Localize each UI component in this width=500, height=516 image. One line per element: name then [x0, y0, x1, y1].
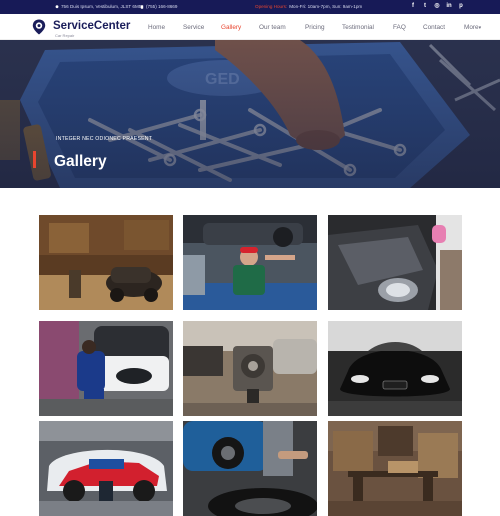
social-links: f t ◎ in p	[410, 3, 464, 10]
mechanic-engine-bay-photo	[39, 321, 173, 416]
garage-vintage-car-photo	[39, 215, 173, 310]
rally-car-photo	[39, 421, 173, 516]
pinterest-icon[interactable]: p	[458, 3, 464, 10]
brand-tagline: Car Repair	[55, 33, 75, 38]
hours-info: Opening Hours: Mon-Fri: 10am-7pm, Sun: 9…	[255, 4, 362, 9]
mechanic-under-lift-photo	[183, 215, 317, 310]
brand-name[interactable]: ServiceCenter	[53, 20, 130, 32]
chevron-down-icon: ▾	[478, 25, 482, 31]
car-washing-photo	[328, 215, 462, 310]
gallery-item[interactable]	[183, 321, 317, 416]
address-info: 756 Duis Ipsum, Vestibulum, JLST 6M5	[55, 4, 141, 9]
twitter-icon[interactable]: t	[422, 3, 428, 10]
gallery-item[interactable]	[328, 421, 462, 516]
gallery-item[interactable]	[183, 421, 317, 516]
logo-icon[interactable]	[32, 19, 46, 35]
gallery-item[interactable]	[328, 215, 462, 310]
instagram-icon[interactable]: ◎	[434, 3, 440, 10]
gallery-item[interactable]	[183, 215, 317, 310]
phone-icon	[140, 4, 144, 9]
workshop-shelves-photo	[328, 421, 462, 516]
nav-contact[interactable]: Contact	[423, 24, 445, 31]
nav-more-label: More	[464, 24, 479, 31]
hours-text: Mon-Fri: 10am-7pm, Sun: 9am-1pm	[289, 4, 363, 9]
page-hero: GED INTEGER NEC O	[0, 40, 500, 188]
gallery-item[interactable]	[39, 421, 173, 516]
hero-kicker: INTEGER NEC ODIONEC PRAESENT	[56, 136, 153, 142]
gallery-item[interactable]	[328, 321, 462, 416]
nav-gallery[interactable]: Gallery	[221, 24, 241, 31]
hours-label: Opening Hours:	[255, 4, 288, 9]
phone-text[interactable]: (755) 166-8669	[146, 4, 177, 9]
black-sports-car-photo	[328, 321, 462, 416]
linkedin-icon[interactable]: in	[446, 3, 452, 10]
facebook-icon[interactable]: f	[410, 3, 416, 10]
engine-on-stand-photo	[183, 321, 317, 416]
nav-service[interactable]: Service	[183, 24, 204, 31]
gallery-item[interactable]	[39, 215, 173, 310]
nav-more[interactable]: More▾	[464, 24, 481, 31]
nav-pricing[interactable]: Pricing	[305, 24, 325, 31]
nav-our-team[interactable]: Our team	[259, 24, 286, 31]
top-info-bar: 756 Duis Ipsum, Vestibulum, JLST 6M5 (75…	[0, 0, 500, 14]
nav-home[interactable]: Home	[148, 24, 165, 31]
address-text: 756 Duis Ipsum, Vestibulum, JLST 6M5	[61, 4, 142, 9]
title-accent-bar	[33, 151, 36, 168]
gallery-item[interactable]	[39, 321, 173, 416]
main-navbar: ServiceCenter Car Repair Home Service Ga…	[0, 14, 500, 40]
nav-testimonial[interactable]: Testimonial	[342, 24, 374, 31]
phone-info[interactable]: (755) 166-8669	[140, 4, 177, 9]
nav-faq[interactable]: FAQ	[393, 24, 406, 31]
location-icon	[55, 4, 59, 9]
tire-change-photo	[183, 421, 317, 516]
page-title: Gallery	[54, 153, 107, 170]
